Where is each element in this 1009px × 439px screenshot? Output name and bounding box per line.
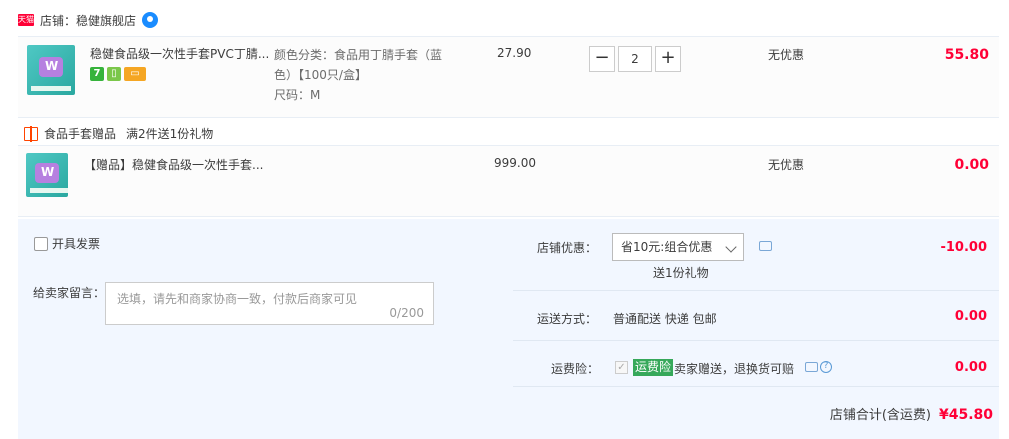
item-total: 55.80 xyxy=(944,47,989,63)
increase-button[interactable]: + xyxy=(655,46,681,72)
shop-total-label: 店铺合计(含运费) xyxy=(829,408,931,423)
sku-info: 颜色分类：食品用丁腈手套（蓝 色）【100只/盒】 尺码：M xyxy=(274,45,454,105)
item-discount: 无优惠 xyxy=(768,48,805,62)
shop-total-amount: ¥45.80 xyxy=(938,407,993,423)
insurance-tag: 运费险 xyxy=(633,359,674,376)
service-badges: 7 ▯ ▭ xyxy=(90,67,146,81)
message-char-count: 0/200 xyxy=(389,306,424,320)
shop-total: 店铺合计(含运费) ¥45.80 xyxy=(830,404,993,423)
sku-size: 尺码：M xyxy=(274,88,321,102)
product-thumbnail[interactable] xyxy=(27,45,75,95)
insurance-label: 运费险： xyxy=(551,362,600,376)
shop-discount-label: 店铺优惠： xyxy=(537,241,598,255)
shop-discount-value: -10.00 xyxy=(940,240,987,255)
message-placeholder: 选填，请先和商家协商一致，付款后商家可见 xyxy=(117,292,358,306)
shop-name[interactable]: 店铺：稳健旗舰店 xyxy=(40,12,136,29)
help-icon[interactable]: ? xyxy=(820,361,832,373)
discount-info-icon[interactable] xyxy=(759,241,772,251)
product-title[interactable]: 稳健食品级一次性手套PVC丁腈... xyxy=(90,45,269,62)
shop-discount-select[interactable]: 省10元:组合优惠 xyxy=(612,233,744,261)
gift-discount: 无优惠 xyxy=(768,158,805,172)
tmall-badge: 天猫 xyxy=(18,14,34,26)
insurance-checkbox: ✓ xyxy=(615,361,628,374)
invoice-checkbox[interactable] xyxy=(34,236,48,251)
message-label: 给卖家留言： xyxy=(33,286,106,300)
shipping-method: 普通配送 快递 包邮 xyxy=(613,312,717,326)
card-icon: ▭ xyxy=(124,67,146,81)
gift-promo-header: 食品手套赠品 满2件送1份礼物 xyxy=(24,125,213,142)
seller-message-input[interactable]: 选填，请先和商家协商一致，付款后商家可见 0/200 xyxy=(105,282,434,325)
insurance-text: 卖家赠送，退换货可赔 xyxy=(674,362,795,376)
shop-discount-selected: 省10元:组合优惠 xyxy=(621,240,713,254)
shop-discount-row: 店铺优惠： 省10元:组合优惠 送1份礼物 -10.00 xyxy=(513,219,999,291)
insurance-value: 0.00 xyxy=(954,360,987,375)
order-options: 开具发票 给卖家留言： 选填，请先和商家协商一致，付款后商家可见 0/200 店… xyxy=(18,219,999,439)
gift-rule: 满2件送1份礼物 xyxy=(126,127,214,141)
quantity-stepper: − 2 + xyxy=(589,46,681,72)
invoice-option[interactable]: 开具发票 xyxy=(34,235,100,252)
seven-day-return-icon: 7 xyxy=(90,67,104,81)
invoice-label: 开具发票 xyxy=(52,237,101,251)
discount-gift-note: 送1份礼物 xyxy=(653,266,709,280)
quantity-input[interactable]: 2 xyxy=(618,46,652,72)
phone-icon: ▯ xyxy=(107,67,121,81)
sku-color-cont: 色）【100只/盒】 xyxy=(274,68,367,82)
wangwang-chat-icon[interactable] xyxy=(142,12,159,28)
shipping-value: 0.00 xyxy=(954,309,987,324)
gift-title[interactable]: 【赠品】稳健食品级一次性手套... xyxy=(84,156,263,173)
shipping-row: 运送方式： 普通配送 快递 包邮 0.00 xyxy=(513,291,999,341)
sku-color: 颜色分类：食品用丁腈手套（蓝 xyxy=(274,48,443,62)
cart-item: 稳健食品级一次性手套PVC丁腈... 7 ▯ ▭ 颜色分类：食品用丁腈手套（蓝 … xyxy=(18,36,999,118)
insurance-chat-icon[interactable] xyxy=(805,362,818,372)
gift-icon xyxy=(24,125,38,142)
gift-item: 【赠品】稳健食品级一次性手套... 999.00 无优惠 0.00 xyxy=(18,145,999,217)
unit-price: 27.90 xyxy=(497,46,532,60)
shop-header: 天猫 店铺：稳健旗舰店 xyxy=(18,10,159,30)
gift-price: 999.00 xyxy=(494,156,536,170)
shipping-label: 运送方式： xyxy=(537,312,598,326)
gift-total: 0.00 xyxy=(954,157,989,173)
decrease-button[interactable]: − xyxy=(589,46,615,72)
gift-thumbnail[interactable] xyxy=(26,153,68,197)
gift-category: 食品手套赠品 xyxy=(44,127,117,141)
chevron-down-icon xyxy=(725,241,737,253)
